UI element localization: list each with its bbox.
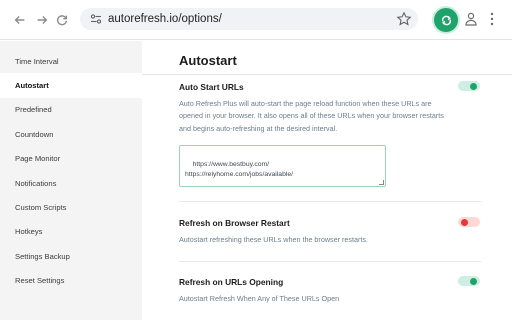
sidebar-item-label: Notifications bbox=[15, 178, 57, 188]
sidebar-item-notifications[interactable]: Notifications bbox=[0, 171, 142, 195]
toggle-knob bbox=[470, 277, 477, 285]
refresh-on-urls-opening-title: Refresh on URLs Opening bbox=[179, 277, 284, 287]
sidebar-item-label: Hotkeys bbox=[15, 227, 43, 237]
address-bar-url[interactable]: autorefresh.io/options/ bbox=[108, 13, 222, 25]
sidebar-item-label: Time Interval bbox=[15, 56, 59, 66]
section-divider bbox=[179, 201, 481, 202]
page-title: Autostart bbox=[179, 53, 237, 68]
settings-main-panel: Autostart Auto Start URLs Auto Refresh P… bbox=[142, 41, 512, 320]
sidebar-item-page-monitor[interactable]: Page Monitor bbox=[0, 147, 142, 171]
profile-icon[interactable] bbox=[465, 12, 477, 26]
sidebar-item-hotkeys[interactable]: Hotkeys bbox=[0, 220, 142, 244]
sidebar-item-label: Countdown bbox=[15, 129, 54, 139]
back-arrow-icon[interactable] bbox=[10, 10, 30, 30]
auto-start-urls-textarea[interactable]: https://www.bestbuy.com/ https://relyhom… bbox=[179, 145, 386, 187]
sidebar-item-custom-scripts[interactable]: Custom Scripts bbox=[0, 195, 142, 219]
sidebar-item-settings-backup[interactable]: Settings Backup bbox=[0, 244, 142, 268]
auto-start-urls-value[interactable]: https://www.bestbuy.com/ https://relyhom… bbox=[185, 161, 293, 178]
auto-start-urls-description: Auto Refresh Plus will auto-start the pa… bbox=[179, 99, 444, 133]
sidebar-item-predefined[interactable]: Predefined bbox=[0, 98, 142, 122]
bookmark-star-icon[interactable] bbox=[396, 11, 412, 27]
auto-refresh-extension-icon[interactable] bbox=[434, 8, 458, 32]
sidebar-item-label: Custom Scripts bbox=[15, 203, 67, 213]
toggle-knob bbox=[470, 82, 477, 90]
section-divider bbox=[179, 261, 481, 262]
resize-handle-icon[interactable] bbox=[379, 180, 384, 185]
site-settings-icon[interactable] bbox=[90, 13, 102, 25]
kebab-menu-icon[interactable] bbox=[490, 12, 494, 26]
sidebar-item-time-interval[interactable]: Time Interval bbox=[0, 49, 142, 73]
forward-arrow-icon[interactable] bbox=[32, 10, 52, 30]
sidebar-item-countdown[interactable]: Countdown bbox=[0, 122, 142, 146]
sidebar-item-label: Reset Settings bbox=[15, 276, 65, 286]
title-divider bbox=[142, 74, 512, 75]
sidebar-item-label: Settings Backup bbox=[15, 251, 70, 261]
sidebar-item-label: Autostart bbox=[15, 81, 49, 91]
refresh-on-restart-title: Refresh on Browser Restart bbox=[179, 218, 290, 228]
refresh-on-urls-opening-description: Autostart Refresh When Any of These URLs… bbox=[179, 294, 340, 303]
refresh-on-urls-opening-toggle[interactable] bbox=[458, 276, 480, 286]
sidebar-item-label: Predefined bbox=[15, 105, 52, 115]
sidebar-item-label: Page Monitor bbox=[15, 154, 61, 164]
sidebar-item-reset-settings[interactable]: Reset Settings bbox=[0, 269, 142, 293]
refresh-on-restart-toggle[interactable] bbox=[458, 217, 480, 227]
refresh-on-restart-description: Autostart refreshing these URLs when the… bbox=[179, 235, 368, 244]
reload-icon[interactable] bbox=[52, 10, 72, 30]
sidebar-item-autostart[interactable]: Autostart bbox=[0, 73, 142, 98]
settings-sidebar: Time Interval Autostart Predefined Count… bbox=[0, 41, 142, 320]
address-bar[interactable]: autorefresh.io/options/ bbox=[80, 8, 418, 30]
auto-start-urls-title: Auto Start URLs bbox=[179, 82, 244, 92]
browser-toolbar: autorefresh.io/options/ bbox=[0, 0, 512, 40]
auto-start-urls-toggle[interactable] bbox=[458, 81, 480, 91]
toggle-knob bbox=[461, 218, 468, 226]
